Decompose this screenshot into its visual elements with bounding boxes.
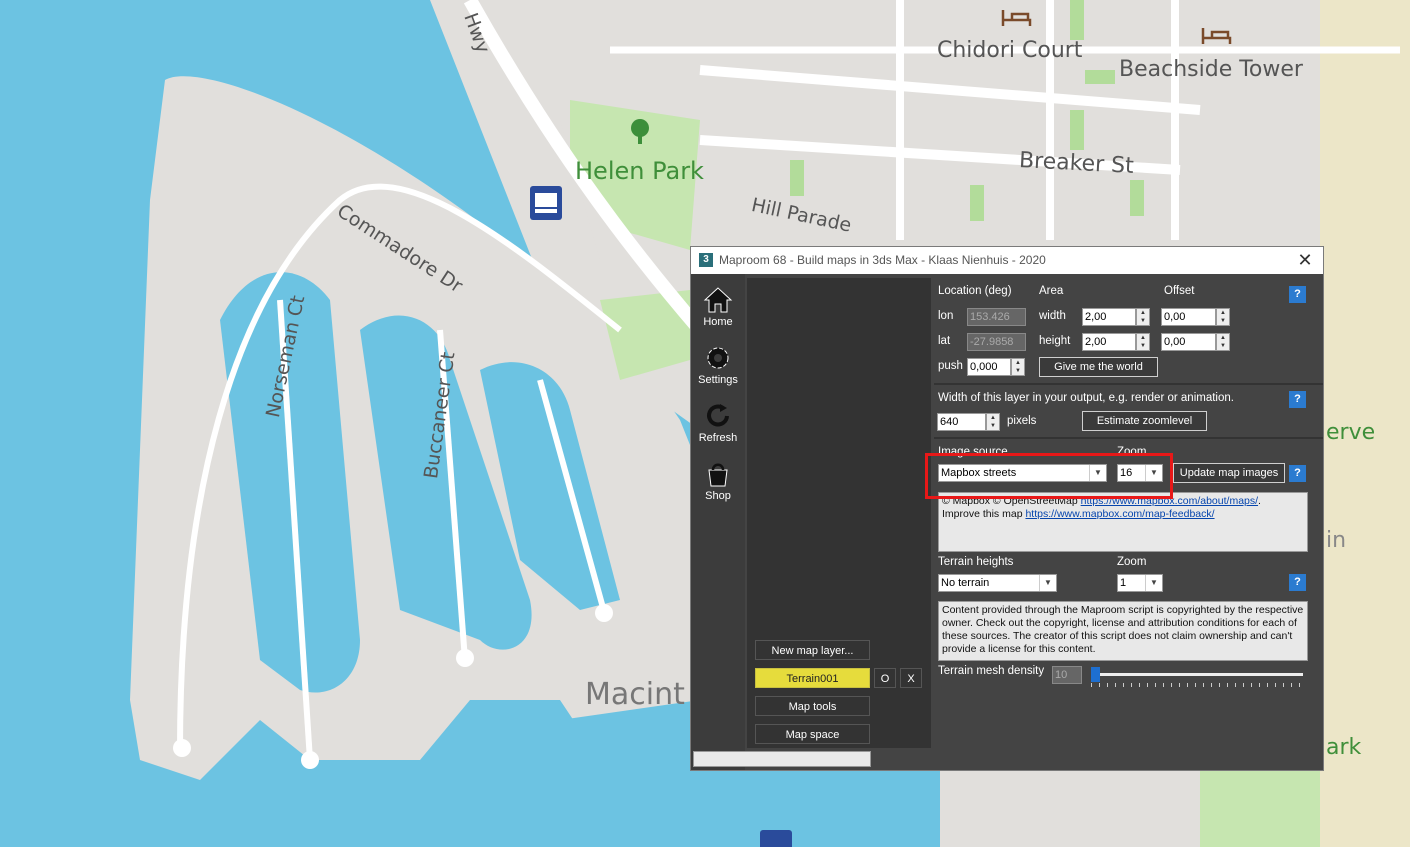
mapbox-feedback-link[interactable]: https://www.mapbox.com/map-feedback/ <box>1025 508 1214 520</box>
terrain-zoom-dropdown[interactable]: 1 ▼ <box>1117 574 1163 592</box>
divider <box>934 383 1323 385</box>
title-bar[interactable]: 3 Maproom 68 - Build maps in 3ds Max - K… <box>691 247 1323 274</box>
slider-track <box>1091 673 1303 676</box>
sidebar-item-home[interactable]: Home <box>691 282 745 336</box>
map-label-macint: Macint <box>585 677 685 712</box>
shopping-bag-icon <box>708 463 728 487</box>
output-width-description: Width of this layer in your output, e.g.… <box>938 392 1234 404</box>
terrain-help-button[interactable]: ? <box>1289 574 1306 591</box>
terrain-zoom-value: 1 <box>1120 577 1127 589</box>
width-stepper[interactable]: ▲ ▼ <box>1136 308 1150 326</box>
give-me-the-world-button[interactable]: Give me the world <box>1039 357 1158 377</box>
sidebar: Home Settings Refresh Shop <box>691 274 745 770</box>
window-title: Maproom 68 - Build maps in 3ds Max - Kla… <box>719 253 1046 267</box>
push-field[interactable]: 0,000 <box>967 358 1011 376</box>
area-heading: Area <box>1039 285 1064 297</box>
lat-label: lat <box>938 335 951 347</box>
offset-x-field[interactable]: 0,00 <box>1161 308 1216 326</box>
layer-toggle-button[interactable]: O <box>874 668 896 688</box>
height-label: height <box>1039 335 1071 347</box>
status-bar <box>693 751 871 767</box>
terrain-zoom-heading: Zoom <box>1117 556 1147 568</box>
attribution-text: Improve this map <box>942 508 1026 520</box>
maproom-window: 3 Maproom 68 - Build maps in 3ds Max - K… <box>690 246 1324 771</box>
home-icon <box>703 287 733 313</box>
divider <box>934 437 1323 439</box>
offset-y-field[interactable]: 0,00 <box>1161 333 1216 351</box>
app-icon: 3 <box>699 253 713 267</box>
location-help-button[interactable]: ? <box>1289 286 1306 303</box>
offset-x-stepper[interactable]: ▲ ▼ <box>1216 308 1230 326</box>
lon-label: lon <box>938 310 954 322</box>
layers-panel: New map layer... Terrain001 O X Map tool… <box>747 278 931 748</box>
bus-stop-icon <box>530 186 562 220</box>
pixels-label: pixels <box>1007 415 1037 427</box>
terrain-heights-heading: Terrain heights <box>938 556 1014 568</box>
map-space-button[interactable]: Map space <box>755 724 870 744</box>
push-stepper[interactable]: ▲ ▼ <box>1011 358 1025 376</box>
estimate-zoomlevel-button[interactable]: Estimate zoomlevel <box>1082 411 1207 431</box>
new-map-layer-button[interactable]: New map layer... <box>755 640 870 660</box>
map-label-chidori-court: Chidori Court <box>937 38 1083 63</box>
height-stepper[interactable]: ▲ ▼ <box>1136 333 1150 351</box>
refresh-icon <box>707 404 729 427</box>
sidebar-item-label: Refresh <box>698 432 738 444</box>
image-source-help-button[interactable]: ? <box>1289 465 1306 482</box>
location-heading: Location (deg) <box>938 285 1012 297</box>
terrain-source-value: No terrain <box>941 577 990 589</box>
chevron-down-icon: ▼ <box>1145 575 1162 591</box>
sidebar-item-settings[interactable]: Settings <box>691 340 745 394</box>
output-help-button[interactable]: ? <box>1289 391 1306 408</box>
push-label: push <box>938 360 963 372</box>
map-label-erve: erve <box>1326 420 1376 445</box>
map-label-beachside-tower: Beachside Tower <box>1119 57 1303 82</box>
lat-field[interactable]: -27.9858 <box>967 333 1026 351</box>
slider-thumb[interactable] <box>1091 667 1100 682</box>
bus-stop-icon <box>760 830 792 847</box>
terrain-mesh-density-field[interactable]: 10 <box>1052 666 1082 684</box>
lon-field[interactable]: 153.426 <box>967 308 1026 326</box>
map-label-helen-park: Helen Park <box>575 157 704 185</box>
sidebar-item-shop[interactable]: Shop <box>691 456 745 510</box>
terrain-source-dropdown[interactable]: No terrain ▼ <box>938 574 1057 592</box>
terrain-mesh-density-label: Terrain mesh density <box>938 665 1045 677</box>
chevron-down-icon: ▼ <box>1039 575 1056 591</box>
update-map-images-button[interactable]: Update map images <box>1173 463 1285 483</box>
sidebar-item-label: Home <box>703 316 733 328</box>
offset-y-stepper[interactable]: ▲ ▼ <box>1216 333 1230 351</box>
height-field[interactable]: 2,00 <box>1082 333 1136 351</box>
width-label: width <box>1039 310 1066 322</box>
highlight-box <box>925 453 1173 499</box>
gear-icon <box>707 347 729 369</box>
copyright-disclaimer: Content provided through the Maproom scr… <box>938 601 1308 661</box>
map-label-ark: ark <box>1326 735 1362 760</box>
map-label-in: in <box>1326 528 1347 553</box>
hotel-icon <box>1000 8 1032 30</box>
sidebar-item-label: Settings <box>698 374 738 386</box>
pixels-field[interactable]: 640 <box>937 413 986 431</box>
sidebar-item-label: Shop <box>705 490 731 502</box>
terrain-mesh-density-slider[interactable] <box>1091 667 1303 689</box>
close-icon[interactable]: ✕ <box>1295 250 1315 270</box>
image-source-attribution: © Mapbox © OpenStreetMap https://www.map… <box>938 492 1308 552</box>
slider-ticks <box>1091 683 1303 687</box>
map-tools-button[interactable]: Map tools <box>755 696 870 716</box>
offset-heading: Offset <box>1164 285 1195 297</box>
layer-item-terrain001[interactable]: Terrain001 <box>755 668 870 688</box>
layer-delete-button[interactable]: X <box>900 668 922 688</box>
sidebar-item-refresh[interactable]: Refresh <box>691 398 745 452</box>
pixels-stepper[interactable]: ▲ ▼ <box>986 413 1000 431</box>
width-field[interactable]: 2,00 <box>1082 308 1136 326</box>
